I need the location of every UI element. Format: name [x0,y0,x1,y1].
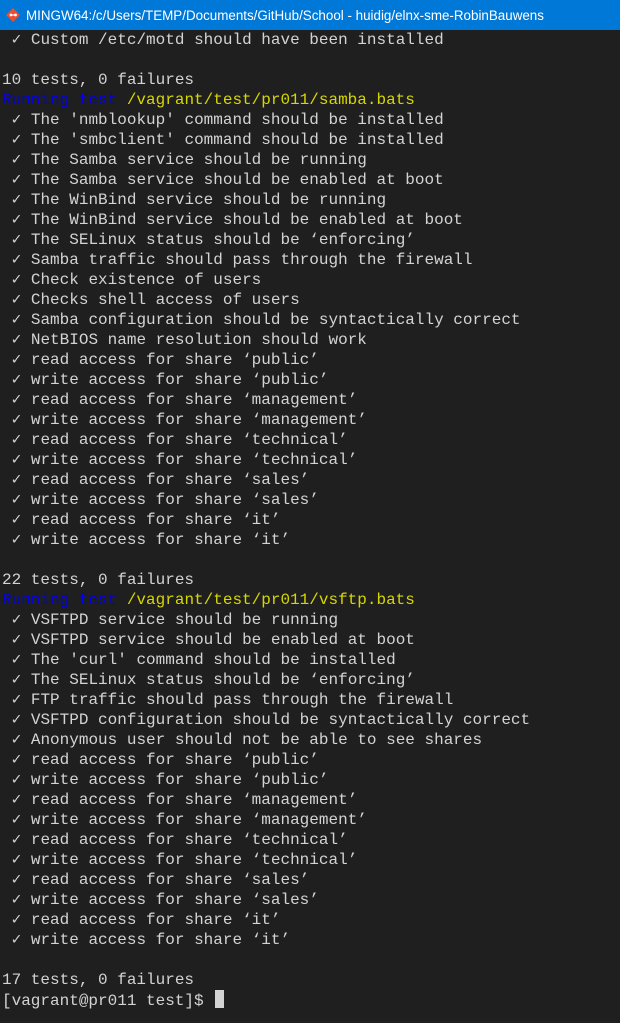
running-test-line: Running test /vagrant/test/pr011/vsftp.b… [2,590,620,610]
test-result-line: ✓ read access for share ‘sales’ [2,471,310,489]
test-summary-line: 17 tests, 0 failures [2,971,195,989]
test-result-line: ✓ read access for share ‘it’ [2,511,281,529]
test-result-line: ✓ VSFTPD service should be enabled at bo… [2,631,415,649]
test-summary-line: 22 tests, 0 failures [2,571,195,589]
title-bar[interactable]: MINGW64:/c/Users/TEMP/Documents/GitHub/S… [0,0,620,30]
test-result-line: ✓ The WinBind service should be running [2,191,387,209]
cursor [215,990,225,1008]
test-result-line: ✓ read access for share ‘public’ [2,351,319,369]
running-test-path: /vagrant/test/pr011/vsftp.bats [126,591,415,609]
running-test-line: Running test /vagrant/test/pr011/samba.b… [2,90,620,110]
test-result-line: ✓ write access for share ‘technical’ [2,851,358,869]
test-result-line: ✓ read access for share ‘it’ [2,911,281,929]
test-result-line: ✓ write access for share ‘public’ [2,771,329,789]
test-result-line: ✓ read access for share ‘technical’ [2,831,348,849]
test-result-line: ✓ read access for share ‘technical’ [2,431,348,449]
test-result-line: ✓ Anonymous user should not be able to s… [2,731,483,749]
test-result-line: ✓ Samba traffic should pass through the … [2,251,473,269]
shell-prompt[interactable]: [vagrant@pr011 test]$ [2,990,620,1010]
test-result-line: ✓ write access for share ‘management’ [2,811,367,829]
git-bash-icon [6,8,20,22]
running-test-label: Running test [2,591,118,609]
test-result-line: ✓ VSFTPD service should be running [2,611,339,629]
test-result-line: ✓ The SELinux status should be ‘enforcin… [2,231,415,249]
test-result-line: ✓ read access for share ‘management’ [2,391,358,409]
prompt-text: [vagrant@pr011 test]$ [2,992,214,1010]
test-result-line: ✓ The SELinux status should be ‘enforcin… [2,671,415,689]
test-result-line: ✓ write access for share ‘management’ [2,411,367,429]
test-result-line: ✓ write access for share ‘public’ [2,371,329,389]
test-result-line: ✓ The Samba service should be running [2,151,367,169]
running-test-path: /vagrant/test/pr011/samba.bats [126,91,415,109]
test-result-line: ✓ write access for share ‘it’ [2,531,291,549]
test-result-line: ✓ read access for share ‘public’ [2,751,319,769]
terminal-output[interactable]: ✓ Custom /etc/motd should have been inst… [0,30,620,1023]
test-result-line: ✓ read access for share ‘sales’ [2,871,310,889]
test-result-line: ✓ The 'nmblookup' command should be inst… [2,111,444,129]
test-result-line: ✓ The Samba service should be enabled at… [2,171,444,189]
terminal-window[interactable]: MINGW64:/c/Users/TEMP/Documents/GitHub/S… [0,0,620,1023]
test-result-line: ✓ FTP traffic should pass through the fi… [2,691,454,709]
test-result-line: ✓ write access for share ‘it’ [2,931,291,949]
test-result-line: ✓ Check existence of users [2,271,262,289]
test-result-line: ✓ write access for share ‘sales’ [2,891,319,909]
test-result-line: ✓ Checks shell access of users [2,291,300,309]
test-result-line: ✓ The WinBind service should be enabled … [2,211,463,229]
test-result-line: ✓ NetBIOS name resolution should work [2,331,367,349]
test-result-line: ✓ write access for share ‘sales’ [2,491,319,509]
running-test-label: Running test [2,91,118,109]
test-result-line: ✓ read access for share ‘management’ [2,791,358,809]
test-result-line: ✓ The 'curl' command should be installed [2,651,396,669]
test-result-line: ✓ Custom /etc/motd should have been inst… [2,31,444,49]
test-summary-line: 10 tests, 0 failures [2,71,195,89]
test-result-line: ✓ The 'smbclient' command should be inst… [2,131,444,149]
test-result-line: ✓ write access for share ‘technical’ [2,451,358,469]
test-result-line: ✓ Samba configuration should be syntacti… [2,311,521,329]
test-result-line: ✓ VSFTPD configuration should be syntact… [2,711,531,729]
window-title: MINGW64:/c/Users/TEMP/Documents/GitHub/S… [26,7,544,23]
